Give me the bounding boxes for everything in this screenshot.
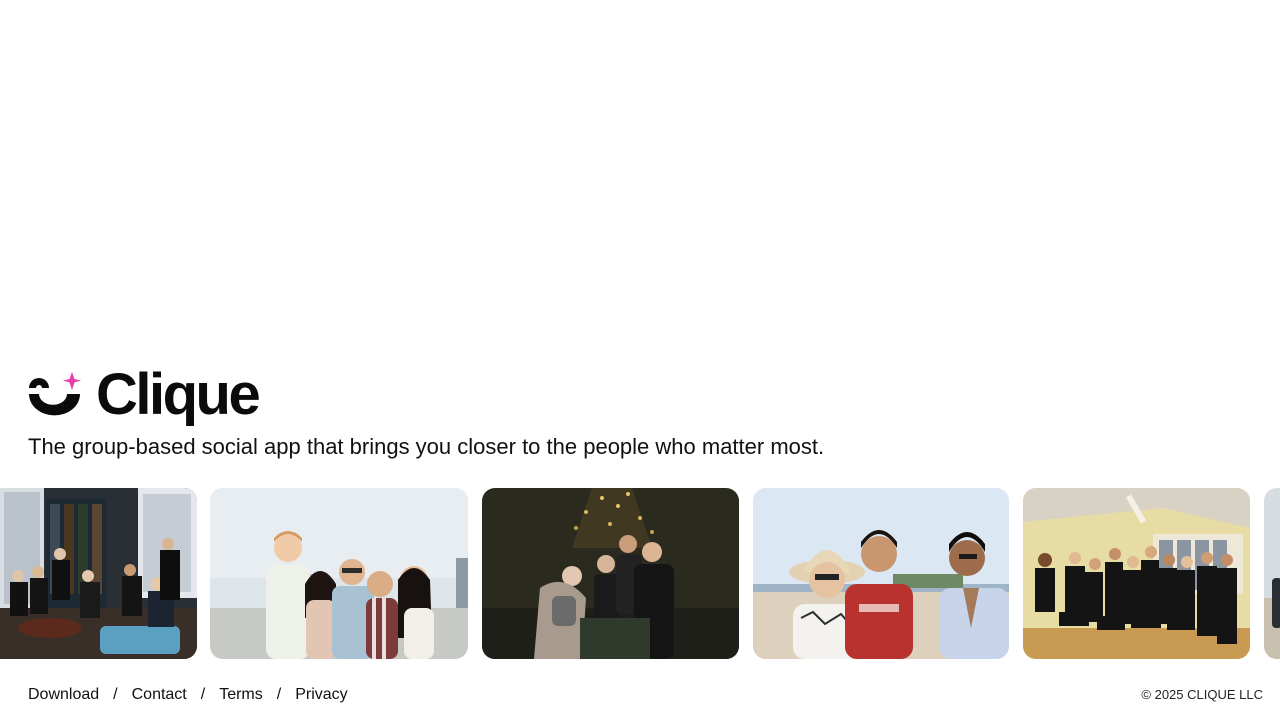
brand-logo[interactable]: Clique (28, 362, 261, 427)
footer-link-terms[interactable]: Terms (219, 683, 263, 707)
brand-wordmark: Clique (96, 362, 261, 427)
footer-separator: / (276, 686, 282, 703)
footer-link-contact[interactable]: Contact (132, 683, 187, 707)
photo-partial-edge (1264, 488, 1280, 659)
copyright-notice: © 2025 CLIQUE LLC (1141, 687, 1263, 702)
footer-link-download[interactable]: Download (28, 683, 99, 707)
footer-separator: / (200, 686, 206, 703)
photo-gallery (0, 488, 1280, 659)
footer-nav: Download / Contact / Terms / Privacy (28, 683, 348, 707)
landing-page: Clique The group-based social app that b… (0, 0, 1280, 726)
photo-beach-trio (753, 488, 1009, 659)
hero-tagline: The group-based social app that brings y… (28, 434, 825, 459)
smile-sparkle-icon (29, 372, 81, 416)
photo-friends-rooftop (210, 488, 468, 659)
photo-night-eiffel (482, 488, 739, 659)
photo-group-black-outfits (1023, 488, 1250, 659)
footer-separator: / (113, 686, 118, 703)
footer-link-privacy[interactable]: Privacy (295, 683, 347, 707)
photo-group-living-room (0, 488, 197, 659)
